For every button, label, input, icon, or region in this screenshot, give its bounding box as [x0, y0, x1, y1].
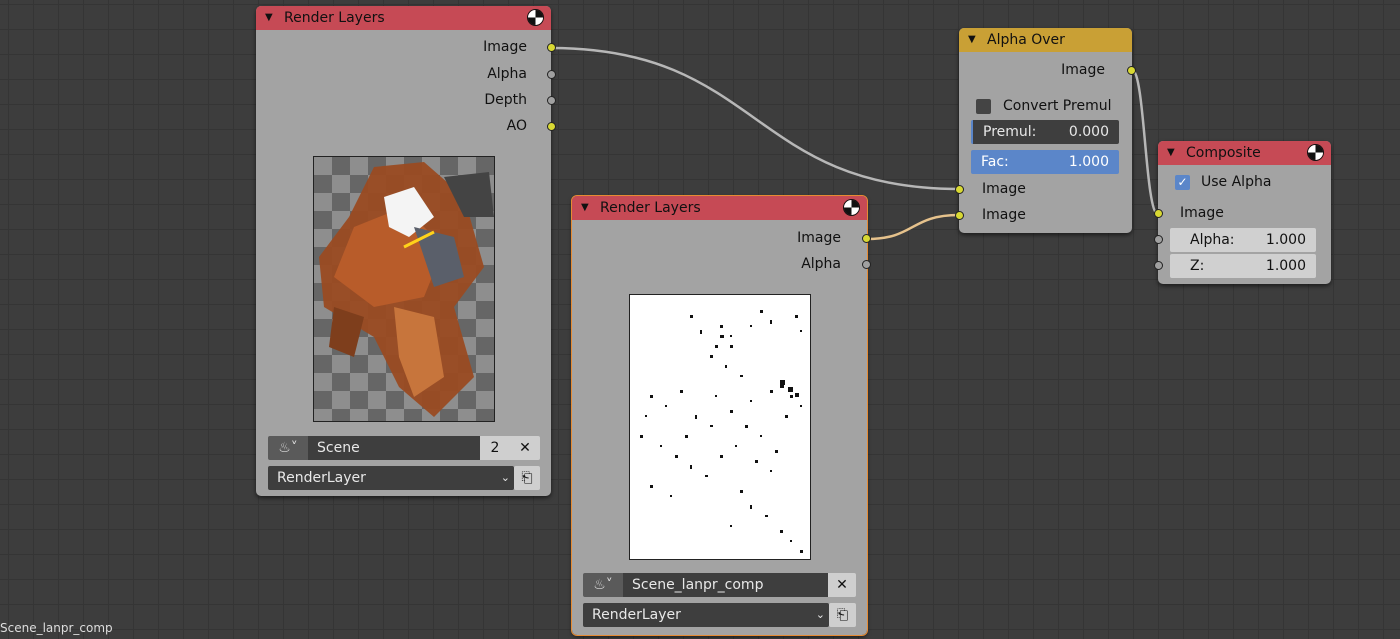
- node-title: Alpha Over: [987, 32, 1065, 48]
- link-alphaover-to-composite: [1130, 68, 1160, 216]
- chevron-down-icon: ⌄: [815, 608, 825, 621]
- premul-value: 0.000: [1068, 124, 1109, 140]
- robot-render-preview: [319, 162, 494, 417]
- output-socket-image[interactable]: [1127, 66, 1136, 75]
- collapse-arrow-icon[interactable]: ▼: [968, 28, 976, 52]
- layer-select-dropdown[interactable]: RenderLayer ⌄: [583, 603, 829, 627]
- render-layer-button[interactable]: ⎗: [829, 603, 856, 627]
- node-title: Render Layers: [600, 200, 701, 216]
- z-label: Z:: [1190, 258, 1205, 274]
- fac-value: 1.000: [1068, 154, 1109, 170]
- premul-field[interactable]: Premul: 0.000: [971, 120, 1119, 144]
- output-label-image: Image: [1061, 62, 1105, 78]
- output-socket-image[interactable]: [862, 234, 871, 243]
- scene-browse-button[interactable]: ♨˅: [268, 436, 308, 460]
- render-preview-image: [629, 294, 811, 560]
- node-title: Render Layers: [284, 10, 385, 26]
- output-label-alpha: Alpha: [801, 256, 841, 272]
- premul-label: Premul:: [983, 124, 1037, 140]
- output-label-image: Image: [483, 39, 527, 55]
- input-label-image-2: Image: [982, 207, 1026, 223]
- link-rl1-image-to-alphaover: [550, 46, 960, 191]
- render-layers-node-1[interactable]: ▼ Render Layers Image Alpha Depth AO ♨˅ …: [256, 6, 556, 496]
- scene-users-count[interactable]: 2: [480, 436, 510, 460]
- checkmark-icon: ✓: [1177, 175, 1188, 189]
- convert-premul-label: Convert Premul: [1003, 98, 1112, 114]
- chevron-down-icon: ⌄: [500, 471, 510, 484]
- render-preview-image: [313, 156, 495, 422]
- scene-name-field[interactable]: Scene_lanpr_comp: [623, 573, 828, 597]
- link-rl2-image-to-alphaover: [866, 213, 960, 241]
- input-socket-alpha[interactable]: [1154, 235, 1163, 244]
- z-value: 1.000: [1265, 258, 1306, 274]
- close-icon: ✕: [836, 577, 848, 593]
- render-layers-node-2[interactable]: ▼ Render Layers Image Alpha ♨˅ Scene_lan…: [571, 195, 871, 636]
- alpha-value: 1.000: [1265, 232, 1306, 248]
- collapse-arrow-icon[interactable]: ▼: [581, 196, 589, 220]
- node-title: Composite: [1186, 145, 1261, 161]
- render-preview-toggle-icon[interactable]: [528, 10, 543, 25]
- input-socket-image-2[interactable]: [955, 211, 964, 220]
- input-socket-image-1[interactable]: [955, 185, 964, 194]
- alpha-label: Alpha:: [1190, 232, 1235, 248]
- render-preview-toggle-icon[interactable]: [1308, 145, 1323, 160]
- collapse-arrow-icon[interactable]: ▼: [265, 6, 273, 30]
- scene-unlink-button[interactable]: ✕: [510, 436, 540, 460]
- scene-unlink-button[interactable]: ✕: [828, 573, 856, 597]
- input-label-image-1: Image: [982, 181, 1026, 197]
- output-label-ao: AO: [506, 118, 527, 134]
- output-label-image: Image: [797, 230, 841, 246]
- scene-icon: ♨˅: [278, 440, 298, 456]
- scene-browse-button[interactable]: ♨˅: [583, 573, 623, 597]
- z-field[interactable]: Z: 1.000: [1170, 254, 1316, 278]
- layer-select-value: RenderLayer: [592, 607, 681, 623]
- use-alpha-checkbox[interactable]: ✓: [1175, 175, 1190, 190]
- convert-premul-checkbox[interactable]: [976, 99, 991, 114]
- node-header[interactable]: ▼ Render Layers: [572, 196, 867, 220]
- output-socket-ao[interactable]: [547, 122, 556, 131]
- alpha-over-node[interactable]: ▼ Alpha Over Image Convert Premul Premul…: [955, 28, 1136, 233]
- output-label-alpha: Alpha: [487, 66, 527, 82]
- render-layer-button[interactable]: ⎗: [514, 466, 540, 490]
- node-header[interactable]: ▼ Composite: [1158, 141, 1331, 165]
- use-alpha-label: Use Alpha: [1201, 174, 1272, 190]
- output-socket-alpha[interactable]: [862, 260, 871, 269]
- fac-field[interactable]: Fac: 1.000: [971, 150, 1119, 174]
- node-header[interactable]: ▼ Render Layers: [256, 6, 551, 30]
- layer-select-value: RenderLayer: [277, 470, 366, 486]
- output-socket-depth[interactable]: [547, 96, 556, 105]
- collapse-arrow-icon[interactable]: ▼: [1167, 141, 1175, 165]
- scene-name-status: Scene_lanpr_comp: [0, 621, 113, 635]
- render-preview-toggle-icon[interactable]: [844, 200, 859, 215]
- output-socket-image[interactable]: [547, 43, 556, 52]
- line-render-preview: [640, 310, 803, 553]
- alpha-field[interactable]: Alpha: 1.000: [1170, 228, 1316, 252]
- render-icon: ⎗: [836, 607, 849, 623]
- composite-node[interactable]: ▼ Composite ✓ Use Alpha Image Alpha: 1.0…: [1154, 141, 1331, 284]
- input-socket-z[interactable]: [1154, 261, 1163, 270]
- input-label-image: Image: [1180, 205, 1224, 221]
- input-socket-image[interactable]: [1154, 209, 1163, 218]
- render-icon: ⎗: [521, 470, 533, 486]
- scene-icon: ♨˅: [593, 577, 613, 593]
- output-socket-alpha[interactable]: [547, 70, 556, 79]
- fac-label: Fac:: [981, 154, 1009, 170]
- node-header[interactable]: ▼ Alpha Over: [959, 28, 1132, 52]
- layer-select-dropdown[interactable]: RenderLayer ⌄: [268, 466, 514, 490]
- close-icon: ✕: [519, 440, 531, 456]
- output-label-depth: Depth: [484, 92, 527, 108]
- scene-name-field[interactable]: Scene: [308, 436, 480, 460]
